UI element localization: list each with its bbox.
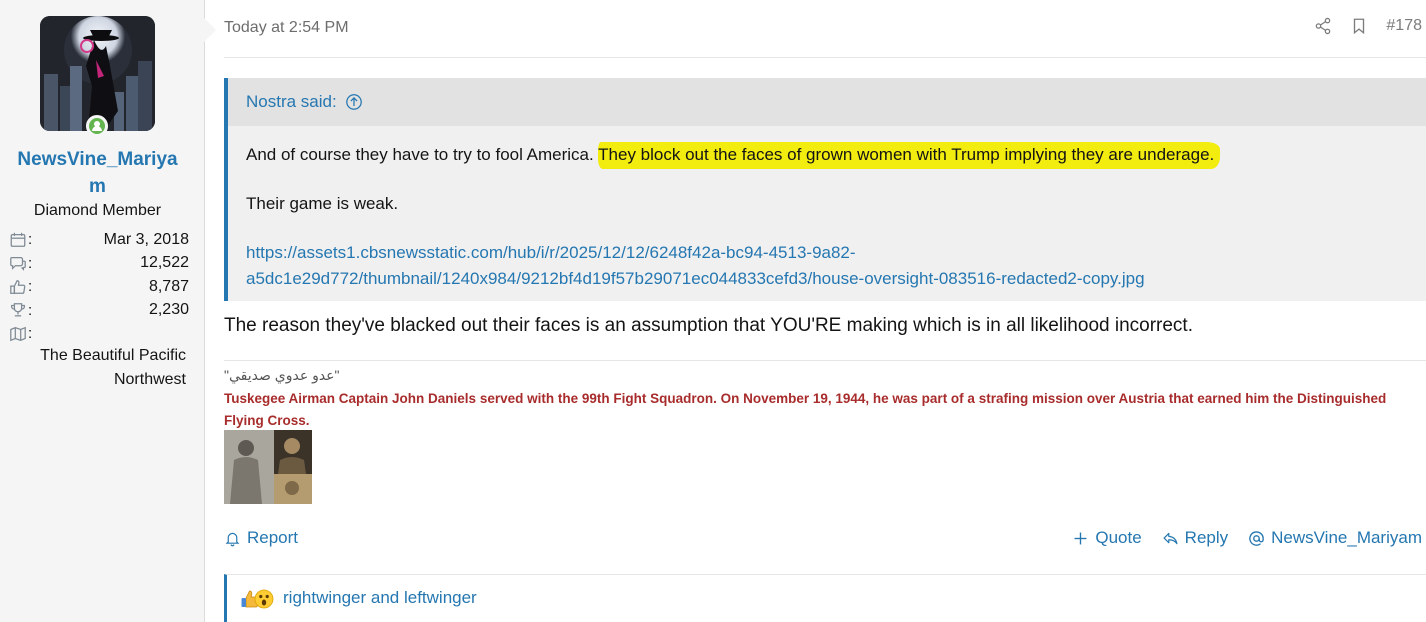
quote-text: And of course they have to try to fool A… (246, 145, 599, 164)
quote-line-2: Their game is weak. (246, 194, 399, 213)
calendar-icon (10, 232, 26, 247)
messages-icon (10, 257, 26, 272)
thumbs-up-icon (10, 279, 26, 294)
bookmark-icon[interactable] (1350, 17, 1368, 35)
quote-button[interactable]: Quote (1072, 528, 1142, 548)
post-actions: Report Quote Reply NewsVine_Mariyam (224, 528, 1422, 548)
stat-points: : 2,230 (9, 299, 189, 323)
mention-label: NewsVine_Mariyam (1271, 528, 1422, 547)
avatar[interactable] (40, 16, 155, 131)
quote-header[interactable]: Nostra said: (228, 78, 1426, 126)
signature-divider (224, 360, 1426, 361)
username[interactable]: NewsVine_Mariyam (0, 146, 195, 200)
quote-link-line-1[interactable]: https://assets1.cbsnewsstatic.com/hub/i/… (246, 240, 1408, 266)
stat-label: : (28, 325, 33, 343)
post-number[interactable]: #178 (1386, 17, 1422, 35)
stat-location: : (9, 322, 189, 346)
report-label: Report (247, 528, 299, 547)
signature-quote: "عدو عدوي صديقي" (224, 367, 340, 383)
report-button[interactable]: Report (224, 528, 298, 548)
user-sidebar: NewsVine_Mariyam Diamond Member : Mar 3,… (0, 0, 216, 622)
stat-label: : (28, 301, 33, 319)
quote-body: And of course they have to try to fool A… (228, 126, 1426, 292)
reply-icon (1163, 532, 1178, 544)
user-location: The Beautiful Pacific Northwest (40, 347, 186, 388)
header-divider (224, 57, 1426, 58)
wow-face-icon (254, 589, 274, 608)
stat-value: Mar 3, 2018 (103, 230, 189, 248)
trophy-icon (10, 303, 26, 317)
quote-author[interactable]: Nostra said: (246, 92, 337, 112)
stat-messages: : 12,522 (9, 252, 189, 276)
reaction-icons (239, 587, 277, 609)
quote-label: Quote (1095, 528, 1142, 547)
at-icon (1249, 530, 1264, 546)
post-body: The reason they've blacked out their fac… (224, 315, 1193, 336)
stat-label: : (28, 231, 33, 249)
quote-line-1: And of course they have to try to fool A… (246, 142, 1408, 169)
stat-label: : (28, 254, 33, 272)
plus-icon (1074, 532, 1087, 544)
map-icon (10, 326, 26, 341)
quote-link-line-2[interactable]: a5dc1e29d772/thumbnail/1240x984/9212bf4d… (246, 266, 1408, 292)
reply-button[interactable]: Reply (1162, 528, 1228, 548)
bell-icon (225, 532, 240, 546)
signature-image (224, 430, 312, 504)
quote-link[interactable]: https://assets1.cbsnewsstatic.com/hub/i/… (246, 240, 1408, 292)
post-main: Today at 2:54 PM #178 Nostra said: And o… (205, 0, 1426, 622)
reaction-users[interactable]: rightwinger and leftwinger (283, 588, 477, 608)
highlighted-text: They block out the faces of grown women … (598, 142, 1221, 169)
user-stats: : Mar 3, 2018 : 12,522 : 8,787 : 2,230: (9, 228, 189, 346)
stat-label: : (28, 278, 33, 296)
signature-text: Tuskegee Airman Captain John Daniels ser… (224, 391, 1387, 428)
online-status-icon (86, 115, 108, 137)
stat-reactions: : 8,787 (9, 275, 189, 299)
stat-value: 2,230 (148, 301, 189, 319)
stat-value: 8,787 (148, 277, 189, 295)
share-icon[interactable] (1314, 17, 1332, 35)
stat-joined: : Mar 3, 2018 (9, 228, 189, 252)
reactions-bar[interactable]: rightwinger and leftwinger (224, 574, 1426, 622)
post-date[interactable]: Today at 2:54 PM (224, 19, 349, 37)
mention-button[interactable]: NewsVine_Mariyam (1248, 528, 1422, 548)
arrow-up-circle-icon[interactable] (345, 93, 363, 111)
quote-block: Nostra said: And of course they have to … (224, 78, 1426, 301)
stat-value: 12,522 (140, 254, 189, 272)
reply-label: Reply (1184, 528, 1229, 547)
post-tools: #178 (1314, 17, 1422, 35)
user-title: Diamond Member (33, 202, 162, 219)
